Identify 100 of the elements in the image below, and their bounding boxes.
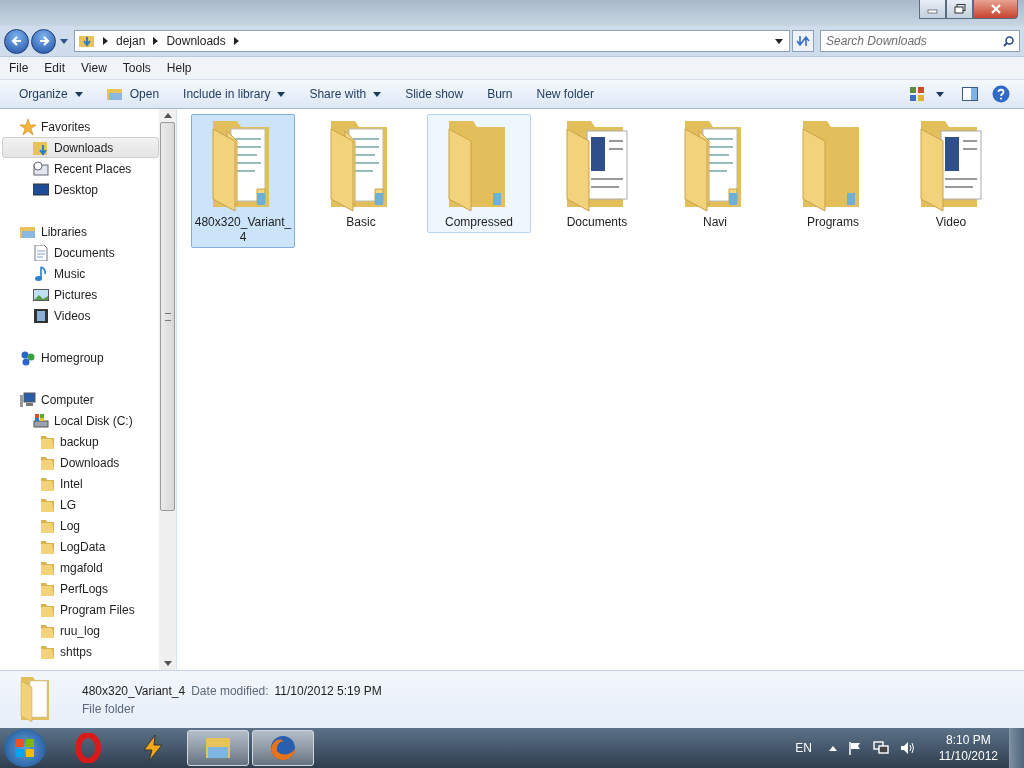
sidebar-item[interactable]: Documents (2, 242, 159, 263)
sidebar-item[interactable]: Log (0, 515, 159, 536)
field-label: Date modified: (191, 683, 269, 698)
show-hidden-icons-icon[interactable] (828, 745, 837, 751)
folder-icon (41, 538, 55, 555)
menu-item[interactable]: View (72, 61, 114, 75)
folder-name: Video (935, 215, 967, 230)
folder-icon (79, 34, 95, 48)
sidebar-item[interactable]: backup (0, 431, 159, 452)
sidebar-item[interactable]: ruu_log (0, 620, 159, 641)
minimize-button[interactable] (919, 0, 946, 19)
folder-icon (41, 475, 55, 492)
toolbar-button[interactable]: Burn (476, 84, 524, 104)
chevron-icon (153, 37, 159, 45)
toolbar-button[interactable]: New folder (525, 84, 605, 104)
folder-name: 480x320_Variant_4 (193, 215, 293, 245)
volume-icon[interactable] (899, 741, 916, 755)
sidebar-item[interactable]: Favorites (0, 116, 159, 137)
sidebar-item[interactable]: Local Disk (C:) (2, 410, 159, 431)
sidebar-item[interactable]: Libraries (0, 221, 159, 242)
folder-item[interactable]: Compressed (427, 114, 531, 233)
sidebar-item[interactable]: Downloads (0, 452, 159, 473)
sidebar-item[interactable]: Program Files (0, 599, 159, 620)
history-caret-icon[interactable] (60, 38, 68, 44)
scroll-down-icon[interactable] (163, 661, 172, 666)
sidebar-item[interactable]: LogData (0, 536, 159, 557)
start-button[interactable] (4, 729, 46, 767)
folder-icon (41, 517, 55, 534)
folder-item[interactable]: Basic (309, 114, 413, 233)
sidebar-item[interactable]: Computer (0, 389, 159, 410)
folder-item[interactable]: 480x320_Variant_4 (191, 114, 295, 248)
folder-name: Documents (566, 215, 628, 230)
caret-icon[interactable] (936, 91, 944, 97)
music-icon (33, 265, 49, 282)
star-icon (20, 118, 36, 135)
disk-icon (33, 412, 49, 429)
folder-item[interactable]: Programs (781, 114, 885, 233)
sidebar-item[interactable]: Desktop (2, 179, 159, 200)
breadcrumb-item[interactable]: Downloads (166, 34, 226, 48)
toolbar-button[interactable]: Organize (8, 84, 94, 104)
sidebar-item[interactable]: mgafold (0, 557, 159, 578)
refresh-button[interactable] (792, 30, 814, 52)
folder-icon (41, 559, 55, 576)
close-icon (989, 4, 1002, 14)
restore-button[interactable] (946, 0, 973, 19)
menu-item[interactable]: File (0, 61, 36, 75)
firefox-taskbar-button[interactable] (252, 730, 314, 766)
sidebar-item[interactable]: Music (2, 263, 159, 284)
close-button[interactable] (973, 0, 1018, 19)
folder-item[interactable]: Navi (663, 114, 767, 233)
menu-item[interactable]: Tools (113, 61, 158, 75)
sidebar-item[interactable]: Recent Places (2, 158, 159, 179)
forward-arrow-icon (37, 35, 50, 47)
sidebar-item[interactable]: Intel (0, 473, 159, 494)
sidebar-item[interactable]: Homegroup (0, 347, 159, 368)
dropdown-caret-icon[interactable] (775, 38, 783, 44)
search-field[interactable]: Search Downloads (820, 30, 1020, 52)
folder-icon (41, 622, 55, 639)
toolbar-button[interactable]: Open (95, 84, 171, 104)
toolbar-button[interactable]: Share with (298, 84, 393, 104)
time-text: 8:10 PM (946, 732, 991, 748)
chevron-icon (233, 37, 239, 45)
scrollbar[interactable] (159, 109, 176, 670)
folder-icon (41, 643, 55, 660)
folder-icon (41, 496, 55, 513)
folder-icon (41, 433, 55, 450)
sidebar-item[interactable]: Pictures (2, 284, 159, 305)
language-indicator[interactable]: EN (795, 741, 812, 755)
caret-icon (373, 91, 382, 97)
flag-icon[interactable] (847, 741, 862, 755)
toolbar-button[interactable]: Slide show (394, 84, 475, 104)
folder-item[interactable]: Video (899, 114, 1003, 233)
ring-icon (73, 733, 103, 763)
sidebar-item[interactable]: Downloads (2, 137, 159, 158)
scroll-up-icon[interactable] (163, 113, 172, 118)
folder-item[interactable]: Documents (545, 114, 649, 233)
windows-logo-icon (14, 737, 36, 759)
sidebar-item[interactable]: LG (0, 494, 159, 515)
picture-icon (33, 286, 49, 303)
sidebar-item[interactable]: Videos (2, 305, 159, 326)
back-button[interactable] (4, 28, 29, 54)
breadcrumb-item[interactable]: dejan (116, 34, 146, 48)
forward-button[interactable] (31, 28, 56, 54)
back-arrow-icon (10, 35, 23, 47)
date-text: 11/10/2012 (938, 748, 998, 764)
sidebar-item[interactable]: PerfLogs (0, 578, 159, 599)
folder-icon (41, 454, 55, 471)
restore-icon (953, 4, 966, 14)
menu-item[interactable]: Edit (35, 61, 73, 75)
folder-icon (41, 601, 55, 618)
explorer-taskbar-button[interactable] (187, 730, 249, 766)
network-icon[interactable] (872, 741, 889, 755)
toolbar-button[interactable]: Include in library (172, 84, 297, 104)
download-icon (33, 139, 49, 156)
sidebar-item[interactable]: shttps (0, 641, 159, 662)
caret-icon (74, 91, 83, 97)
clock[interactable]: 8:10 PM 11/10/2012 (938, 732, 998, 764)
address-bar[interactable]: dejan Downloads (74, 30, 790, 52)
chevron-icon (103, 37, 108, 45)
menu-item[interactable]: Help (157, 61, 199, 75)
